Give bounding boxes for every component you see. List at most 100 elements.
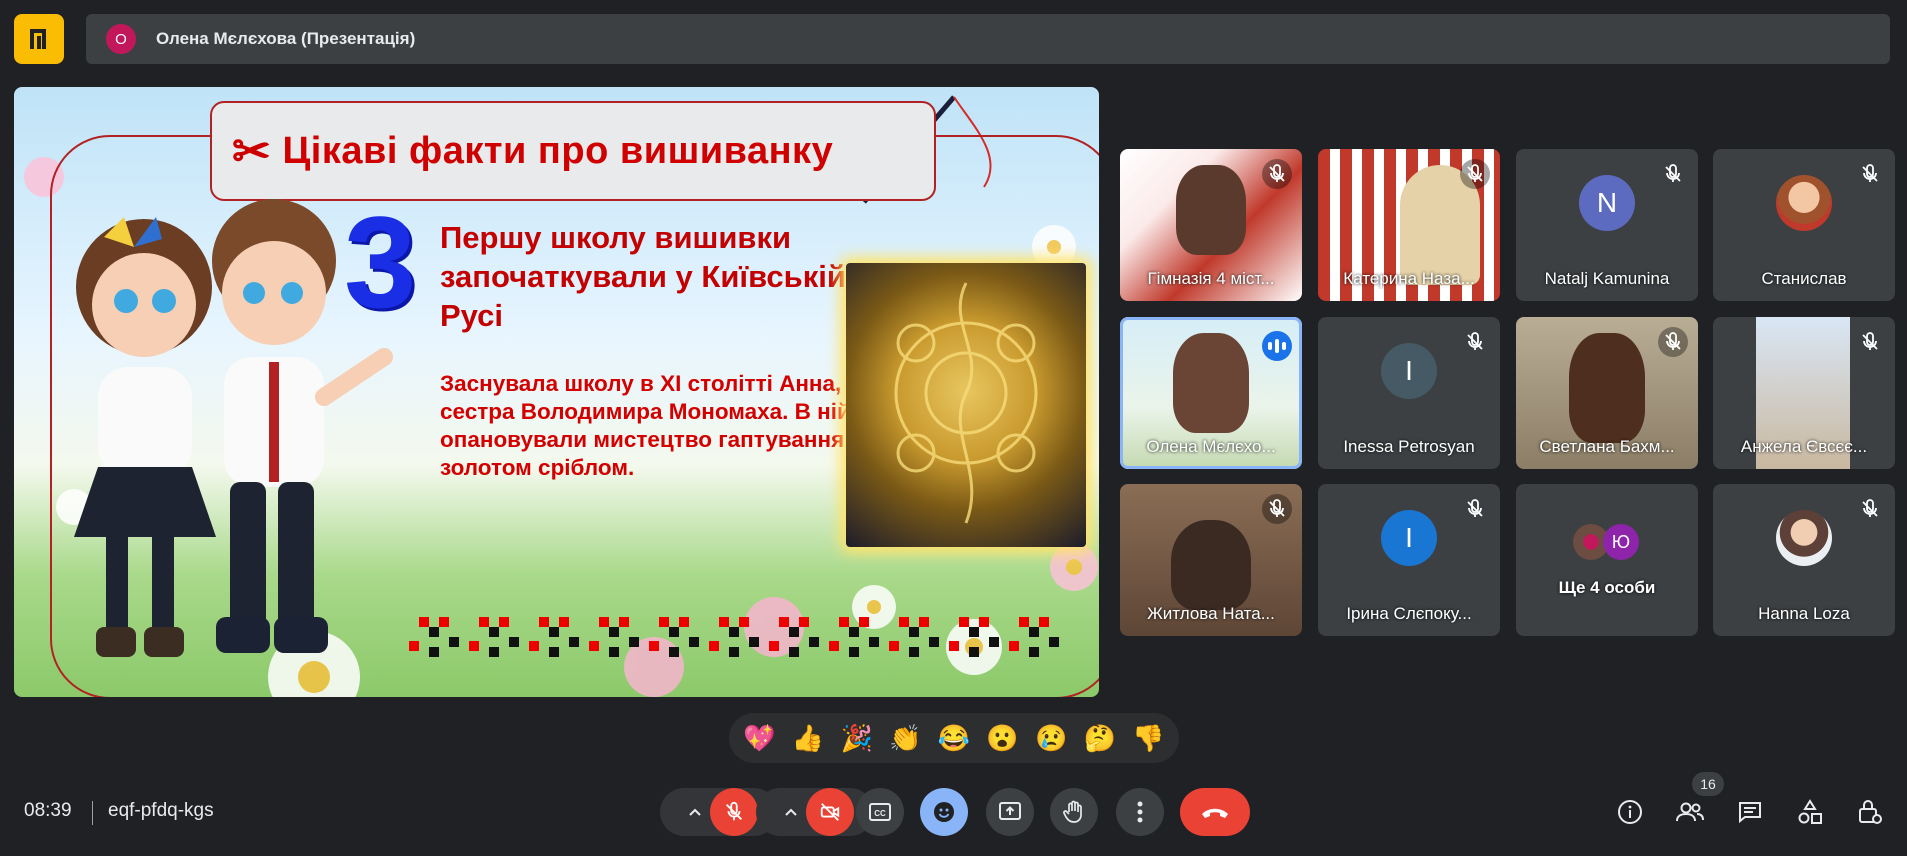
participant-name: Анжела Євсєє...: [1740, 437, 1868, 456]
participant-tile[interactable]: Житлова Ната...: [1120, 484, 1302, 636]
participant-name: Natalj Kamunina: [1544, 269, 1670, 288]
participant-video: [1176, 165, 1246, 255]
participant-tile-speaking[interactable]: Олена Мєлєхо...: [1120, 317, 1302, 469]
mic-off-icon: [726, 801, 742, 821]
more-participants-label: Ще 4 особи: [1558, 578, 1656, 597]
participant-name: Катерина Наза...: [1343, 269, 1475, 288]
slide-body-text: Заснувала школу в XI столітті Анна, сест…: [440, 371, 851, 481]
participant-video: [1569, 333, 1645, 443]
host-controls-icon: [1859, 800, 1882, 824]
participant-avatar: I: [1381, 510, 1437, 566]
participant-tile[interactable]: Катерина Наза...: [1318, 149, 1500, 301]
mic-off-icon: [1262, 494, 1292, 524]
reactions-bar: 💖 👍 🎉 👏 😂 😮 😢 🤔 👎: [729, 713, 1179, 763]
reaction-sparkling-heart[interactable]: 💖: [743, 723, 775, 754]
divider: [92, 801, 93, 825]
participant-tile[interactable]: I Ірина Слєпоку...: [1318, 484, 1500, 636]
chat-icon: [1739, 802, 1761, 824]
mic-off-icon: [1262, 159, 1292, 189]
mic-toggle-button[interactable]: [710, 788, 758, 836]
participant-name: Hanna Loza: [1758, 604, 1850, 623]
more-options-icon: [1137, 801, 1143, 823]
mic-options-chevron-up-icon[interactable]: [680, 788, 710, 836]
people-button[interactable]: [1670, 792, 1710, 832]
mic-off-icon: [1467, 332, 1483, 350]
reaction-thinking[interactable]: 🤔: [1084, 723, 1116, 754]
presentation-slide: ✂ Цікаві факти про вишиванку 3 Першу шко…: [14, 87, 1099, 697]
speaking-indicator-icon: [1262, 331, 1292, 361]
gold-embroidery-image: [846, 263, 1086, 547]
mic-off-icon: [1467, 499, 1483, 517]
slide-headline: Першу школу вишивки започаткували у Київ…: [440, 220, 846, 333]
captions-icon: CC: [869, 803, 891, 821]
participant-video: [1171, 520, 1251, 610]
svg-text:CC: CC: [874, 809, 886, 818]
participant-name: Гімназія 4 міст...: [1147, 269, 1275, 288]
mic-off-icon: [1862, 499, 1878, 517]
participant-name: Станислав: [1761, 269, 1847, 288]
activities-icon: [1798, 799, 1822, 824]
participant-tile[interactable]: Hanna Loza: [1713, 484, 1895, 636]
reaction-party-popper[interactable]: 🎉: [840, 723, 872, 754]
participant-name: Inessa Petrosyan: [1343, 437, 1475, 456]
mic-off-icon: [1460, 159, 1490, 189]
participant-tile[interactable]: Светлана Бахм...: [1516, 317, 1698, 469]
presenter-avatar: О: [106, 24, 136, 54]
slide-title-box: ✂ Цікаві факти про вишиванку: [210, 101, 936, 201]
meet-logo-icon[interactable]: [14, 14, 64, 64]
mic-off-icon: [1862, 164, 1878, 182]
raise-hand-icon: [1063, 800, 1082, 823]
fact-number: 3: [344, 189, 417, 335]
presenter-label: Олена Мєлєхова (Презентація): [156, 29, 416, 48]
participant-avatar: [1776, 175, 1832, 231]
slide-title: Цікаві факти про вишиванку: [282, 129, 834, 172]
info-icon: [1618, 800, 1642, 824]
captions-button[interactable]: CC: [856, 788, 904, 836]
participant-avatar: Ю: [1603, 524, 1639, 560]
leave-call-button[interactable]: [1180, 788, 1250, 836]
needle-icon: ✂: [232, 125, 271, 177]
participant-tile[interactable]: Анжела Євсєє...: [1713, 317, 1895, 469]
participant-name: Олена Мєлєхо...: [1146, 437, 1276, 456]
participant-avatar: I: [1381, 343, 1437, 399]
more-participants-tile[interactable]: Ю Ще 4 особи: [1516, 484, 1698, 636]
people-icon: [1676, 802, 1704, 822]
activities-button[interactable]: [1790, 792, 1830, 832]
mic-off-icon: [1665, 164, 1681, 182]
meeting-time: 08:39: [24, 800, 72, 821]
participant-tile[interactable]: I Inessa Petrosyan: [1318, 317, 1500, 469]
host-controls-button[interactable]: [1850, 792, 1890, 832]
top-bar: О Олена Мєлєхова (Презентація): [14, 14, 1890, 66]
emoji-reactions-button[interactable]: [920, 788, 968, 836]
participant-video: [1173, 333, 1249, 433]
meeting-code: eqf-pfdq-kgs: [108, 800, 214, 821]
participant-name: Ірина Слєпоку...: [1346, 604, 1472, 623]
raise-hand-button[interactable]: [1050, 788, 1098, 836]
participant-name: Светлана Бахм...: [1539, 437, 1675, 456]
reaction-crying[interactable]: 😢: [1035, 723, 1067, 754]
reaction-surprised[interactable]: 😮: [986, 723, 1018, 754]
reaction-laughing[interactable]: 😂: [938, 723, 970, 754]
participant-tile[interactable]: Гімназія 4 міст...: [1120, 149, 1302, 301]
camera-toggle-button[interactable]: [806, 788, 854, 836]
meeting-details-button[interactable]: [1610, 792, 1650, 832]
participant-tile[interactable]: Станислав: [1713, 149, 1895, 301]
more-options-button[interactable]: [1116, 788, 1164, 836]
embroidery-pattern: [409, 617, 1059, 657]
presenter-bar: О Олена Мєлєхова (Презентація): [86, 14, 1890, 64]
participant-name: Житлова Ната...: [1147, 604, 1275, 623]
present-icon: [999, 802, 1021, 820]
participant-avatar: N: [1579, 175, 1635, 231]
chat-button[interactable]: [1730, 792, 1770, 832]
camera-off-icon: [820, 803, 840, 821]
reaction-clapping[interactable]: 👏: [889, 723, 921, 754]
participant-avatar: [1776, 510, 1832, 566]
reaction-thumbs-down[interactable]: 👎: [1132, 723, 1164, 754]
mic-off-icon: [1658, 327, 1688, 357]
participant-tile[interactable]: N Natalj Kamunina: [1516, 149, 1698, 301]
present-now-button[interactable]: [986, 788, 1034, 836]
camera-options-chevron-up-icon[interactable]: [776, 788, 806, 836]
mic-off-icon: [1862, 332, 1878, 350]
emoji-icon: [934, 802, 954, 822]
reaction-thumbs-up[interactable]: 👍: [792, 723, 824, 754]
